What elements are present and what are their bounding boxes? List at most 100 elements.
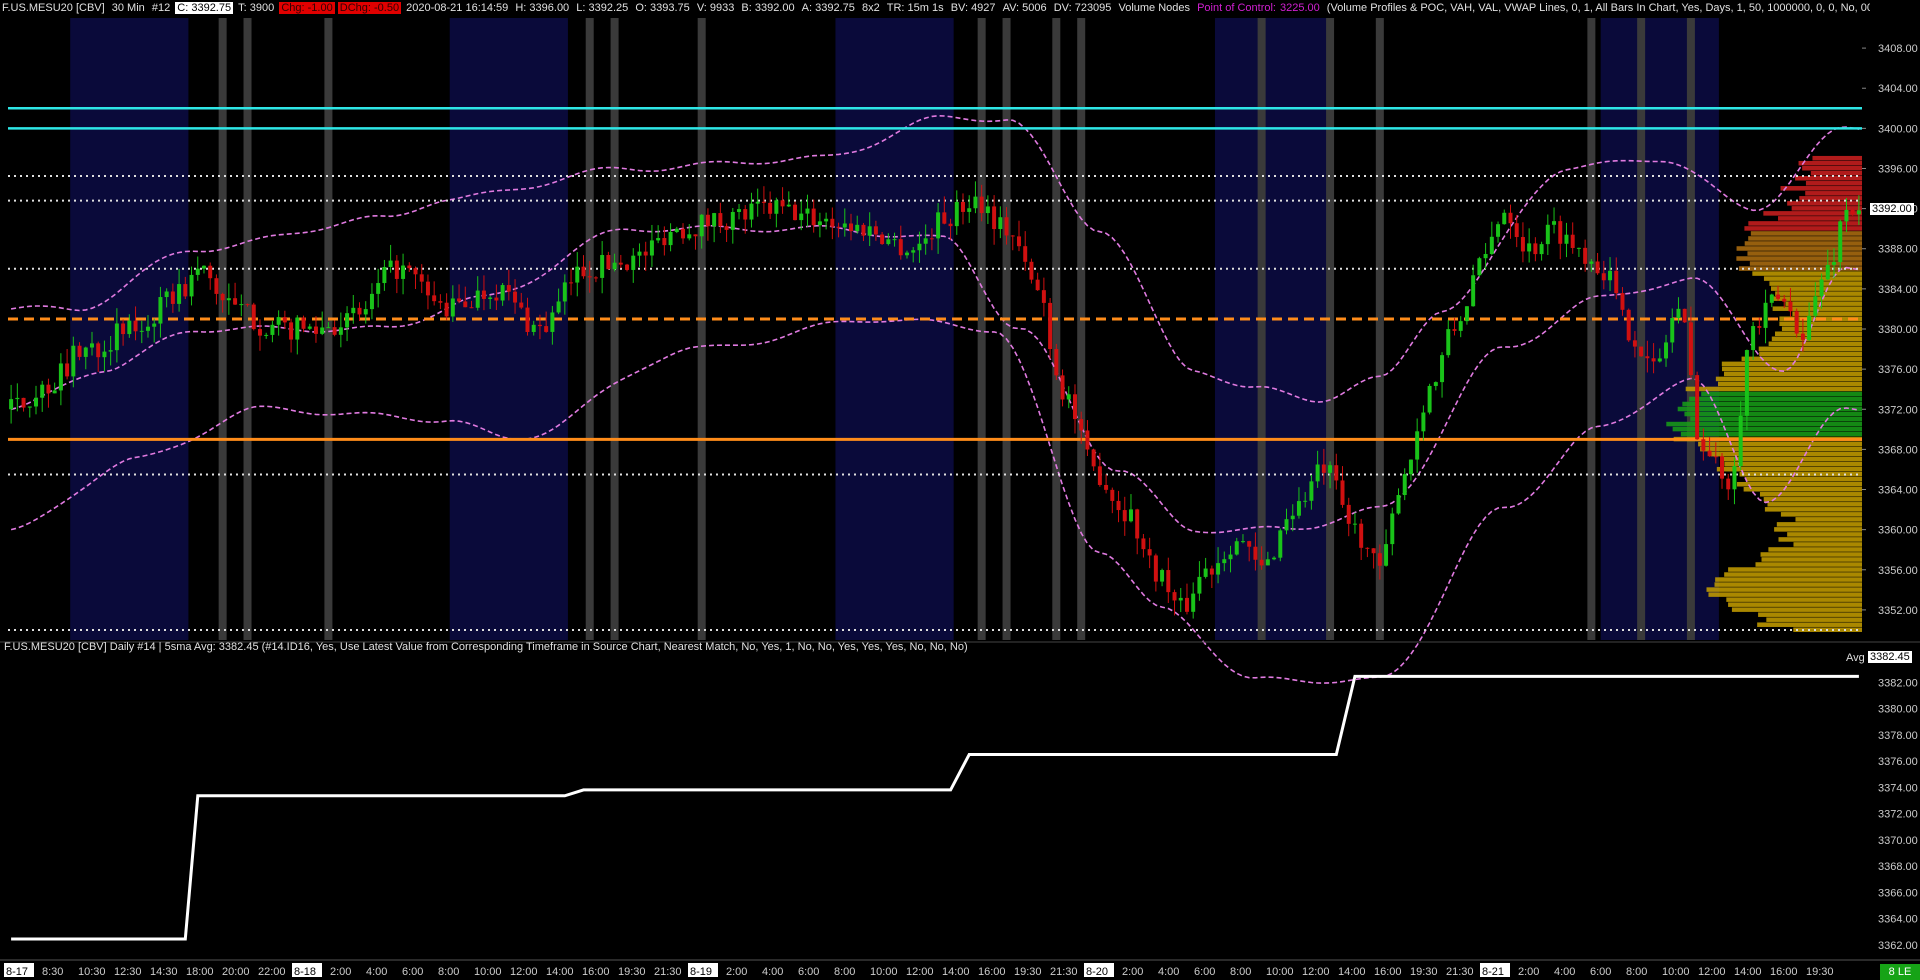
candle-body [786,204,791,207]
price-tick-label: 3372.00 [1878,404,1918,416]
price-chart[interactable]: 3352.00 3356.00 3360.00 3364.00 3368.00 3372.… [0,0,1920,980]
candle-body [942,212,947,224]
time-tick-label: 19:30 [1410,966,1438,978]
candle-body [388,260,393,267]
candle-body [1738,415,1743,467]
candle-body [1427,385,1432,413]
candle-body [1334,465,1339,481]
time-tick-label: 6:00 [1194,966,1215,978]
candle-body [1626,309,1631,341]
candle-body [643,251,648,256]
volume-profile-bar [1715,376,1862,382]
candle-body [1769,294,1774,303]
candle-body [170,291,175,304]
candle-body [513,291,518,303]
size-value: 8x2 [861,2,880,14]
candle-body [1396,495,1401,514]
candle-body [1819,279,1824,297]
time-tick-label: 8:00 [834,966,855,978]
candle-body [1122,510,1127,522]
candle-body [755,201,760,204]
candle-body [898,239,903,256]
candle-body [1608,270,1613,281]
volume-profile-bar [1736,481,1862,487]
candle-body [1670,317,1675,343]
price-tick-label: 3384.00 [1878,284,1918,296]
sma-tick-label: 3368.00 [1878,861,1918,873]
volume-profile-bar [1689,396,1862,402]
sma-tick-label: 3366.00 [1878,887,1918,899]
avg-label: Avg [1846,652,1865,664]
volume-profile-bar [1752,271,1862,276]
time-tick-label: 10:00 [870,966,898,978]
volume-profile-bar [1744,241,1862,246]
candle-body [600,255,605,278]
candle-body [674,228,679,233]
candle-body [1508,212,1513,224]
study-name: Volume Nodes [1118,2,1191,14]
volume-profile-bar [1724,572,1862,577]
time-tick-label: 6:00 [402,966,423,978]
candle-body [326,327,331,329]
volume-profile-bar [1793,542,1862,547]
candle-body [1576,247,1581,249]
candle-body [351,307,356,314]
time-tick-label: 16:00 [1374,966,1402,978]
candle-body [886,239,891,245]
candle-body [1664,342,1669,359]
candle-body [432,295,437,302]
candle-body [1265,559,1270,566]
volume-profile-bar [1700,446,1862,452]
candle-body [114,323,119,351]
volume-profile-bar [1724,461,1862,467]
volume-profile-bar [1757,622,1862,627]
candle-body [525,307,530,332]
candle-body [226,298,231,301]
candle-body [1191,593,1196,612]
ask-volume-value: AV: 5006 [1002,2,1047,14]
candle-body [805,208,810,214]
candle-body [1651,358,1656,362]
volume-profile-bar [1810,170,1862,176]
candle-body [780,200,785,207]
candle-body [239,304,244,306]
time-tick-label: 10:00 [1662,966,1690,978]
candle-body [1682,308,1687,323]
volume-profile-bar [1680,431,1862,437]
session-marker [218,18,227,640]
candle-body [345,313,350,328]
candle-body [1825,264,1830,280]
avg-value-marker: 3382.45 [1868,651,1912,663]
time-tick-label: 8-20 [1086,966,1108,978]
candle-body [1433,382,1438,386]
session-band [1214,18,1334,640]
volume-profile-bar [1721,361,1862,367]
candle-body [307,326,312,329]
candle-body [34,397,38,407]
price-tick-label: 3400.00 [1878,123,1918,135]
price-tick-label: 3376.00 [1878,364,1918,376]
candle-body [158,297,163,324]
candle-body [1402,474,1407,496]
candle-body [1601,273,1606,281]
session-marker [977,18,986,640]
volume-profile-bar [1731,607,1862,612]
candle-body [1153,555,1158,582]
candle-body [973,196,978,209]
volume-profile-bar [1749,261,1862,266]
candle-body [1240,541,1245,543]
volume-profile-bar [1726,597,1862,602]
candle-body [961,201,965,212]
volume-profile-bar [1774,527,1862,532]
candle-body [208,265,213,279]
candle-body [102,351,107,358]
time-tick-label: 19:30 [618,966,646,978]
candle-body [1850,209,1855,215]
candle-body [649,240,654,256]
candle-body [1384,544,1389,566]
trade-position-badge[interactable]: 8 LE [1880,964,1920,980]
candle-body [954,201,959,227]
volume-profile-bar [1755,562,1862,567]
volume-profile-bar [1792,311,1862,316]
candle-body [1856,210,1861,215]
